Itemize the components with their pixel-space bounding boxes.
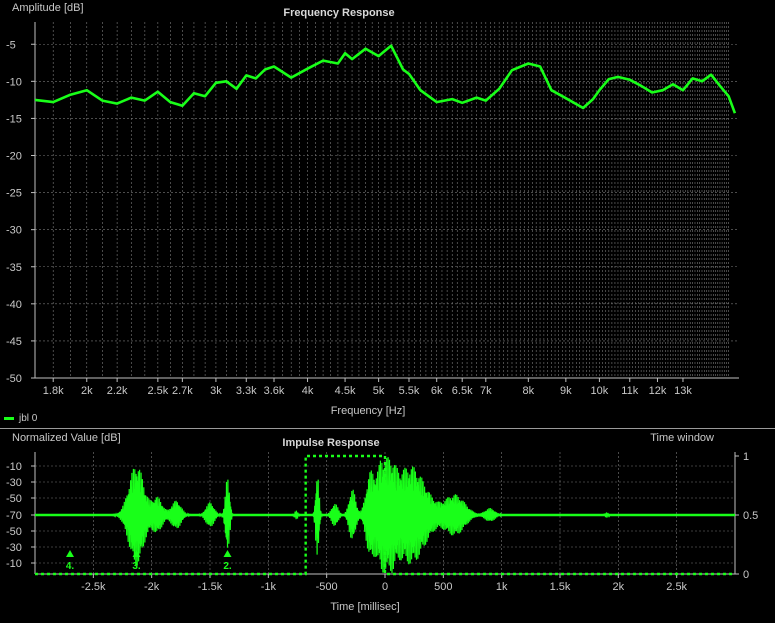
peak-marker-arrow [132,550,141,557]
impulse-y-tick-label: -10 [6,461,22,473]
impulse-y-tick-label: -10 [6,558,22,570]
impulse-x-tick-label: 0 [382,581,388,593]
frequency-x-tick-label: 9k [560,385,572,397]
frequency-y-tick-label: -10 [6,76,22,88]
frequency-x-tick-label: 1.8k [43,385,64,397]
impulse-series-group [35,457,735,574]
measurement-charts: Frequency Response Amplitude [dB] Freque… [6,2,758,613]
panel-divider [0,428,775,429]
impulse-y-axis-label: Normalized Value [dB] [12,432,121,444]
frequency-y-tick-label: -30 [6,225,22,237]
frequency-x-ticks: 1.8k 2k 2.2k 2.5k 2.7k 3k 3.3k 3.6k 4k 4.5k 5k 5.5k… [43,378,692,397]
time-window-tick-label: 1 [743,451,749,463]
frequency-x-tick-label: 11k [621,385,638,397]
peak-marker-label: 2. [223,561,232,572]
frequency-x-tick-label: 12k [649,385,667,397]
impulse-x-tick-label: -2.5k [81,581,106,593]
impulse-y-tick-label: -50 [6,493,22,505]
impulse-x-tick-label: -500 [316,581,338,593]
impulse-x-tick-label: -2k [144,581,160,593]
frequency-y-tick-label: -45 [6,336,22,348]
frequency-response-title: Frequency Response [283,7,394,19]
legend-swatch [4,417,14,420]
time-window-tick-label: 0.5 [743,510,758,522]
frequency-x-tick-label: 13k [674,385,692,397]
frequency-y-tick-label: -5 [6,39,16,51]
impulse-y-tick-label: -30 [6,477,22,489]
frequency-x-tick-label: 3.3k [236,385,257,397]
frequency-x-tick-label: 4.5k [335,385,356,397]
frequency-x-tick-label: 2.2k [107,385,128,397]
impulse-response-waveform [35,457,735,574]
frequency-y-tick-label: -20 [6,151,22,163]
frequency-x-tick-label: 4k [302,385,314,397]
peak-marker-label: 4. [66,561,75,572]
impulse-response-title: Impulse Response [282,437,379,449]
frequency-x-tick-label: 3.6k [264,385,285,397]
frequency-y-tick-label: -35 [6,262,22,274]
impulse-x-tick-label: 1k [496,581,508,593]
impulse-y-tick-label: -50 [6,526,22,538]
impulse-markers: 4. 3. 2. [66,550,232,572]
frequency-y-tick-label: -40 [6,299,22,311]
frequency-x-axis-label: Frequency [Hz] [331,405,406,417]
frequency-x-tick-label: 6k [431,385,443,397]
impulse-x-tick-label: 2k [613,581,625,593]
impulse-x-ticks: -2.5k -2k -1.5k -1k -500 0 500 1k 1.5k 2k 2.5k [81,574,688,593]
frequency-x-tick-label: 2.7k [172,385,193,397]
frequency-x-tick-label: 5k [373,385,385,397]
impulse-y-tick-label: -70 [6,510,22,522]
frequency-y-tick-label: -25 [6,188,22,200]
frequency-x-tick-label: 2.5k [147,385,168,397]
impulse-y-ticks: -10 -30 -50 -70 -50 -30 -10 [6,461,35,570]
frequency-x-tick-label: 6.5k [452,385,473,397]
frequency-y-tick-label: -15 [6,113,22,125]
impulse-x-tick-label: 500 [434,581,452,593]
peak-marker-arrow [66,550,74,557]
frequency-x-tick-label: 10k [591,385,609,397]
impulse-y-tick-label: -30 [6,542,22,554]
frequency-x-tick-label: 7k [480,385,492,397]
impulse-x-axis-label: Time [millisec] [330,601,399,613]
legend[interactable]: jbl 0 [4,413,37,424]
impulse-x-tick-label: -1.5k [198,581,223,593]
legend-label: jbl 0 [19,413,38,424]
time-window-ticks: 10.50 [735,451,758,581]
frequency-y-tick-label: -50 [6,373,22,385]
time-window-tick-label: 0 [743,569,749,581]
peak-marker-arrow [223,550,232,557]
frequency-x-tick-label: 3k [210,385,222,397]
frequency-grid [34,22,739,378]
impulse-x-tick-label: 1.5k [550,581,571,593]
frequency-x-tick-label: 5.5k [399,385,420,397]
impulse-x-tick-label: 2.5k [666,581,687,593]
impulse-x-tick-label: -1k [261,581,277,593]
peak-marker-label: 3. [132,561,141,572]
frequency-y-ticks: -5 -10 -15 -20 -25 -30 -35 -40 -45 -50 [6,39,35,385]
frequency-x-tick-label: 8k [523,385,535,397]
time-window-axis-label: Time window [650,432,714,444]
frequency-y-axis-label: Amplitude [dB] [12,2,84,14]
frequency-x-tick-label: 2k [81,385,93,397]
